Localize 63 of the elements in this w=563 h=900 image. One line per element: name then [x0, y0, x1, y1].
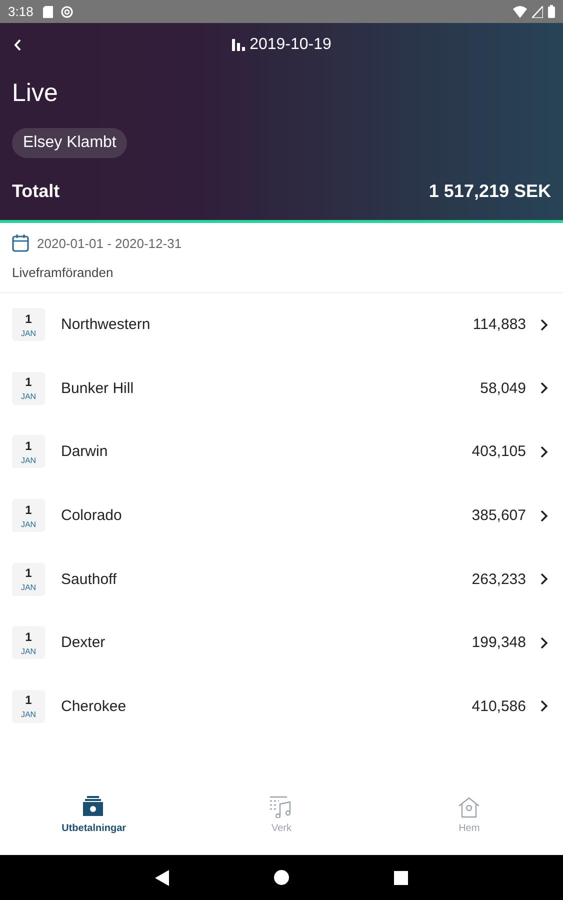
date-month: JAN — [20, 328, 36, 338]
bar-chart-icon — [232, 38, 245, 50]
chevron-right-icon — [540, 318, 548, 331]
date-month: JAN — [20, 710, 36, 720]
date-day: 1 — [25, 693, 32, 708]
date-day: 1 — [25, 312, 32, 326]
venue-name: Bunker Hill — [61, 380, 135, 397]
amount: 263,233 — [472, 570, 526, 588]
amount: 114,883 — [472, 316, 526, 334]
chevron-right-icon — [540, 636, 548, 649]
performance-row[interactable]: 1 JAN Bunker Hill 58,049 — [0, 356, 563, 420]
performance-row[interactable]: 1 JAN Colorado 385,607 — [0, 484, 563, 548]
chevron-right-icon — [540, 700, 548, 712]
performance-row[interactable]: 1 JAN Dexter 199,348 — [0, 610, 563, 675]
performance-row[interactable]: 1 JAN Northwestern 114,883 — [0, 293, 563, 357]
header-date: 2019-10-19 — [250, 36, 332, 54]
wifi-icon — [513, 6, 527, 18]
performance-row[interactable]: 1 JAN Cherokee 410,586 — [0, 674, 563, 738]
back-triangle-icon — [155, 870, 169, 886]
amount: 403,105 — [472, 443, 526, 460]
chevron-right-icon — [540, 573, 548, 586]
recents-square-icon — [394, 870, 408, 884]
performance-row[interactable]: 1 JAN Sauthoff 263,233 — [0, 547, 563, 611]
date-month: JAN — [20, 392, 36, 402]
date-month: JAN — [20, 456, 36, 465]
date-day: 1 — [25, 438, 32, 453]
amount: 385,607 — [472, 507, 526, 524]
venue-name: Dexter — [61, 634, 106, 652]
date-day: 1 — [25, 566, 32, 580]
date-day: 1 — [25, 630, 32, 644]
music-list-icon — [269, 796, 294, 818]
section-title: Liveframföranden — [0, 252, 563, 293]
battery-icon — [548, 5, 555, 18]
home-circle-icon — [274, 870, 289, 885]
calendar-icon — [12, 234, 29, 252]
venue-name: Northwestern — [61, 316, 152, 334]
date-month: JAN — [20, 583, 36, 592]
performance-row[interactable]: 1 JAN Darwin 403,105 — [0, 420, 563, 484]
date-range: 2020-01-01 - 2020-12-31 — [37, 236, 182, 250]
status-time: 3:18 — [8, 4, 34, 19]
venue-name: Sauthoff — [61, 570, 118, 588]
date-month: JAN — [20, 646, 36, 656]
amount: 199,348 — [472, 634, 526, 652]
date-day: 1 — [25, 375, 32, 390]
amount: 410,586 — [472, 698, 526, 715]
venue-name: Colorado — [61, 507, 123, 524]
chevron-right-icon — [540, 510, 548, 522]
chevron-right-icon — [540, 382, 548, 394]
chevron-right-icon — [540, 446, 548, 458]
page-heading: Live — [12, 79, 59, 108]
total-value: 1 517,219 SEK — [428, 181, 551, 202]
date-month: JAN — [20, 520, 36, 529]
date-day: 1 — [25, 502, 32, 517]
house-icon — [457, 796, 482, 818]
wallet-icon — [82, 796, 106, 818]
artist-chip[interactable]: Elsey Klambt — [12, 128, 128, 158]
total-label: Totalt — [12, 181, 60, 202]
sd-card-icon — [43, 6, 54, 18]
nav-tab[interactable]: Utbetalningar — [34, 795, 154, 835]
venue-name: Darwin — [61, 443, 109, 460]
venue-name: Cherokee — [61, 698, 128, 715]
amount: 58,049 — [480, 380, 526, 397]
signal-icon — [532, 6, 543, 18]
